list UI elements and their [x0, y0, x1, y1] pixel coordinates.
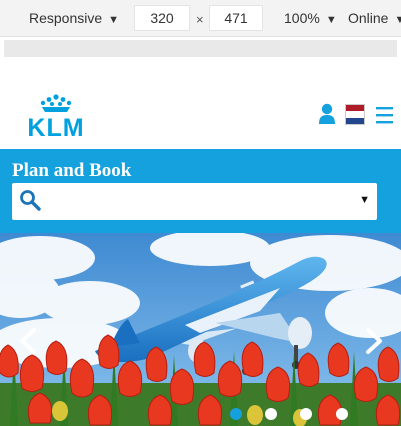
- chevron-left-icon: [20, 328, 36, 354]
- width-input[interactable]: 320: [134, 5, 190, 31]
- booking-search-select[interactable]: ▼: [12, 183, 377, 220]
- device-toolbar: Responsive ▼ 320 × 471 100% ▼ Online ▼: [0, 0, 401, 37]
- chevron-right-icon: [366, 328, 382, 354]
- zoom-selector[interactable]: 100% ▼: [284, 9, 337, 29]
- network-selector[interactable]: Online ▼: [348, 9, 401, 29]
- carousel-dot-3[interactable]: [300, 408, 312, 420]
- device-selector[interactable]: Responsive ▼: [29, 9, 119, 29]
- dimension-separator: ×: [196, 12, 204, 27]
- user-icon[interactable]: [318, 103, 336, 125]
- chevron-down-icon: ▼: [394, 14, 401, 26]
- carousel-dot-4[interactable]: [336, 408, 348, 420]
- previous-slide-arrow[interactable]: [18, 328, 38, 354]
- plan-and-book-panel: Plan and Book ▼: [0, 149, 401, 233]
- emulated-page: KLM Plan and Book ▼: [0, 86, 401, 426]
- device-label: Responsive: [29, 10, 103, 26]
- chevron-down-icon: ▼: [325, 14, 337, 26]
- search-icon: [19, 189, 41, 211]
- carousel-dot-2[interactable]: [265, 408, 277, 420]
- height-input[interactable]: 471: [209, 5, 263, 31]
- carousel-pagination: [226, 406, 356, 422]
- zoom-label: 100%: [284, 10, 320, 26]
- next-slide-arrow[interactable]: [364, 328, 384, 354]
- carousel-dot-1[interactable]: [230, 408, 242, 420]
- logo-text: KLM: [27, 114, 85, 142]
- klm-logo[interactable]: KLM: [23, 94, 89, 142]
- network-label: Online: [348, 10, 389, 26]
- netherlands-flag-icon[interactable]: [345, 104, 365, 125]
- media-query-bar[interactable]: [4, 40, 397, 57]
- chevron-down-icon: ▼: [108, 14, 120, 26]
- plan-and-book-title: Plan and Book: [12, 160, 132, 181]
- hero-carousel[interactable]: [0, 233, 401, 426]
- hamburger-menu-icon[interactable]: [376, 106, 393, 124]
- chevron-down-icon: ▼: [359, 194, 370, 206]
- airplane-tulips-image: [0, 233, 401, 426]
- crown-icon: [40, 94, 72, 112]
- site-header: KLM: [0, 86, 401, 149]
